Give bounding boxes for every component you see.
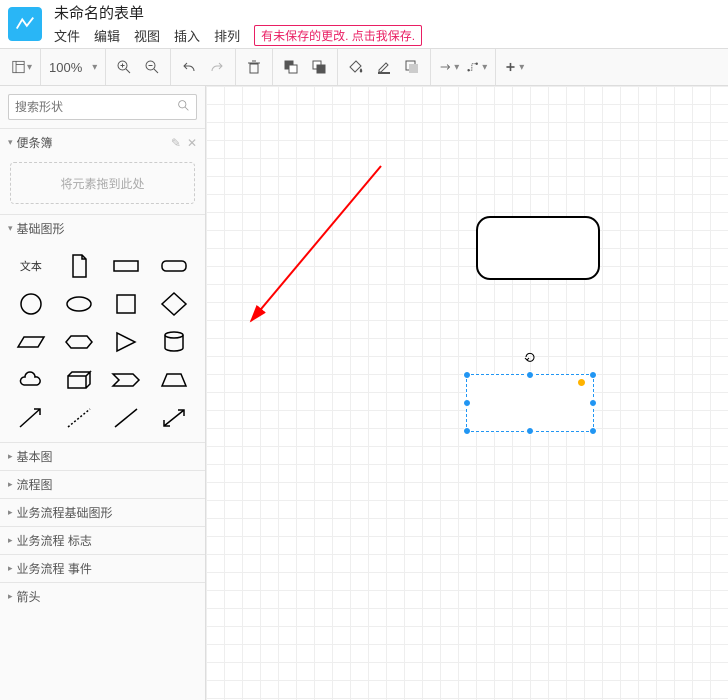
shape-diamond[interactable] (153, 288, 195, 320)
shape-line[interactable] (106, 402, 148, 434)
layout-button[interactable]: ▾ (12, 57, 32, 77)
unsaved-notice[interactable]: 有未保存的更改. 点击我保存. (254, 25, 422, 46)
shadow-icon[interactable] (402, 57, 422, 77)
scratchpad-dropzone[interactable]: 将元素拖到此处 (10, 162, 195, 204)
menu-bar: 文件 编辑 视图 插入 排列 有未保存的更改. 点击我保存. (54, 25, 422, 46)
toolbar: ▾ 100%▾ ▾ ▾ ▾ (0, 48, 728, 86)
waypoints-icon[interactable]: ▾ (467, 57, 487, 77)
chevron-down-icon: ▾ (8, 223, 13, 234)
resize-handle[interactable] (463, 399, 471, 407)
add-icon[interactable]: ▾ (504, 57, 524, 77)
shape-cylinder[interactable] (153, 326, 195, 358)
app-logo (8, 7, 42, 41)
canvas[interactable] (206, 86, 728, 700)
close-icon[interactable]: ✕ (187, 136, 197, 150)
zoom-in-icon[interactable] (114, 57, 134, 77)
shape-dashed-line[interactable] (58, 402, 100, 434)
panel-flowchart[interactable]: ▸流程图 (0, 470, 205, 498)
shape-arrow-line[interactable] (10, 402, 52, 434)
menu-insert[interactable]: 插入 (174, 26, 200, 45)
search-shapes-input[interactable] (8, 94, 197, 120)
panel-bp-mark[interactable]: ▸业务流程 标志 (0, 526, 205, 554)
edit-icon[interactable]: ✎ (171, 136, 181, 150)
shape-circle[interactable] (10, 288, 52, 320)
menu-arrange[interactable]: 排列 (214, 26, 240, 45)
resize-handle[interactable] (526, 427, 534, 435)
search-icon[interactable] (177, 99, 190, 115)
resize-handle[interactable] (463, 371, 471, 379)
radius-handle[interactable] (578, 379, 585, 386)
zoom-level[interactable]: 100% (49, 60, 82, 75)
panel-arrows[interactable]: ▸箭头 (0, 582, 205, 610)
resize-handle[interactable] (589, 371, 597, 379)
sidebar: ▾ 便条簿 ✎ ✕ 将元素拖到此处 ▾ 基础图形 文本 (0, 86, 206, 700)
shape-rectangle[interactable] (106, 250, 148, 282)
panel-basic-diagram[interactable]: ▸基本图 (0, 442, 205, 470)
shape-double-arrow[interactable] (153, 402, 195, 434)
redo-icon[interactable] (207, 57, 227, 77)
connection-icon[interactable]: ▾ (439, 57, 459, 77)
shape-page[interactable] (58, 250, 100, 282)
to-back-icon[interactable] (309, 57, 329, 77)
resize-handle[interactable] (589, 427, 597, 435)
canvas-shape-rounded-rect[interactable] (476, 216, 600, 280)
resize-handle[interactable] (463, 427, 471, 435)
menu-file[interactable]: 文件 (54, 26, 80, 45)
scratchpad-header[interactable]: ▾ 便条簿 ✎ ✕ (0, 128, 205, 156)
zoom-out-icon[interactable] (142, 57, 162, 77)
panel-bp-basic[interactable]: ▸业务流程基础图形 (0, 498, 205, 526)
shape-cloud[interactable] (10, 364, 52, 396)
shape-cube[interactable] (58, 364, 100, 396)
to-front-icon[interactable] (281, 57, 301, 77)
fill-color-icon[interactable] (346, 57, 366, 77)
resize-handle[interactable] (526, 371, 534, 379)
shape-text[interactable]: 文本 (10, 250, 52, 282)
shape-parallelogram[interactable] (10, 326, 52, 358)
menu-edit[interactable]: 编辑 (94, 26, 120, 45)
canvas-shape-selected-rect[interactable] (466, 374, 594, 432)
shape-step[interactable] (106, 364, 148, 396)
shape-triangle[interactable] (106, 326, 148, 358)
panel-basic-shapes[interactable]: ▾ 基础图形 (0, 214, 205, 242)
shape-rounded-rect[interactable] (153, 250, 195, 282)
panel-bp-event[interactable]: ▸业务流程 事件 (0, 554, 205, 582)
annotation-arrow (236, 156, 396, 336)
delete-icon[interactable] (244, 57, 264, 77)
shape-ellipse[interactable] (58, 288, 100, 320)
shape-hexagon[interactable] (58, 326, 100, 358)
document-title[interactable]: 未命名的表单 (54, 2, 422, 23)
line-color-icon[interactable] (374, 57, 394, 77)
basic-shapes-grid: 文本 (0, 242, 205, 442)
undo-icon[interactable] (179, 57, 199, 77)
resize-handle[interactable] (589, 399, 597, 407)
menu-view[interactable]: 视图 (134, 26, 160, 45)
shape-trapezoid[interactable] (153, 364, 195, 396)
shape-square[interactable] (106, 288, 148, 320)
rotate-handle[interactable] (524, 351, 536, 363)
chevron-down-icon: ▾ (8, 137, 13, 148)
